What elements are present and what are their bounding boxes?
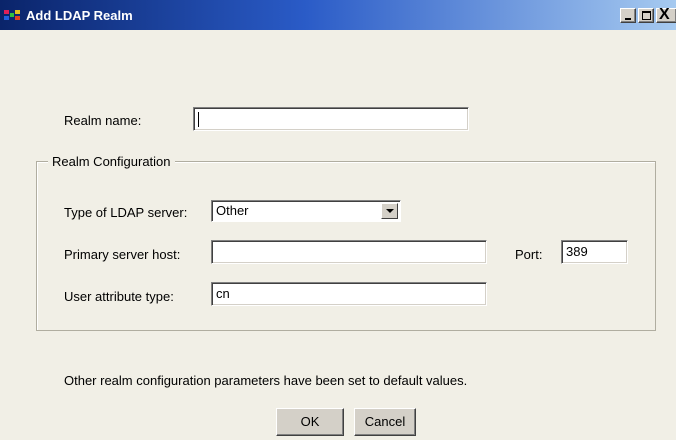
port-value: 389	[566, 244, 588, 259]
ldap-type-label: Type of LDAP server:	[64, 205, 188, 220]
close-icon: X	[659, 6, 670, 23]
port-input[interactable]: 389	[561, 240, 628, 264]
dropdown-button[interactable]	[381, 203, 398, 219]
realm-name-input[interactable]	[193, 107, 469, 131]
maximize-button[interactable]	[638, 8, 654, 23]
port-label: Port:	[515, 247, 543, 262]
primary-host-label: Primary server host:	[64, 247, 181, 262]
dialog-window: Add LDAP Realm X Realm name: Realm Confi…	[0, 0, 676, 440]
minimize-icon	[625, 18, 631, 20]
maximize-icon	[642, 11, 651, 20]
close-button[interactable]: X	[656, 6, 676, 23]
user-attr-value: cn	[216, 286, 230, 301]
realm-name-label: Realm name:	[64, 113, 142, 128]
ok-button[interactable]: OK	[276, 408, 344, 436]
realm-configuration-title: Realm Configuration	[48, 154, 175, 169]
dropdown-arrow-icon	[386, 209, 394, 213]
text-caret	[198, 112, 199, 127]
defaults-note: Other realm configuration parameters hav…	[64, 373, 468, 388]
cancel-button[interactable]: Cancel	[354, 408, 416, 436]
title-bar[interactable]: Add LDAP Realm X	[0, 0, 676, 30]
user-attr-input[interactable]: cn	[211, 282, 487, 306]
minimize-button[interactable]	[620, 8, 636, 23]
primary-host-input[interactable]	[211, 240, 487, 264]
ldap-type-value: Other	[216, 203, 249, 218]
app-icon	[4, 10, 20, 20]
ldap-type-select[interactable]: Other	[211, 200, 401, 222]
user-attr-label: User attribute type:	[64, 289, 174, 304]
window-title: Add LDAP Realm	[26, 8, 133, 23]
